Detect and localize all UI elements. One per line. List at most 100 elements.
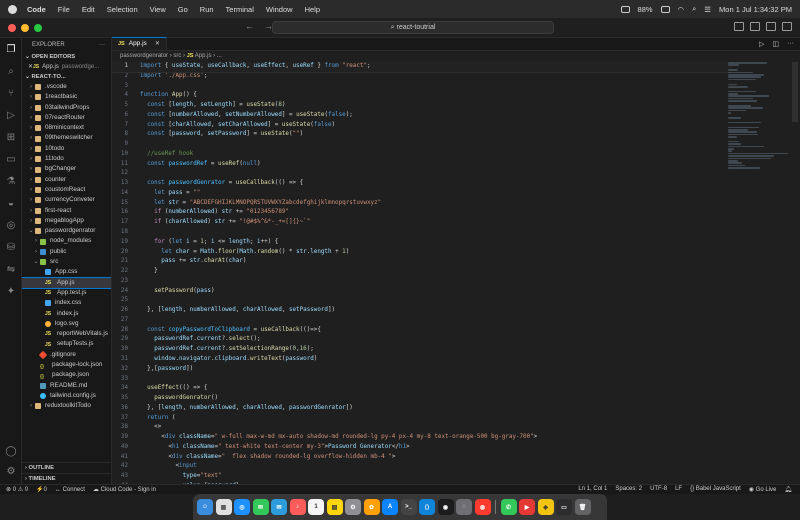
code-line[interactable]: 21 pass += str.charAt(char): [112, 257, 732, 267]
code-line[interactable]: 16 if (numberAllowed) str += "0123456789…: [112, 208, 732, 218]
code-line[interactable]: 23: [112, 277, 732, 287]
tree-item[interactable]: › coustomReact: [22, 185, 111, 195]
chevron-right-icon[interactable]: ›: [27, 82, 35, 92]
run-icon[interactable]: ▷: [759, 40, 764, 48]
chevron-right-icon[interactable]: ›: [27, 123, 35, 133]
code-line[interactable]: 18: [112, 228, 732, 238]
code-line[interactable]: 31 window.navigator.clipboard.writeText(…: [112, 355, 732, 365]
zoom-window-button[interactable]: [34, 23, 42, 32]
code-editor[interactable]: 1 import { useState, useCallback, useEffe…: [112, 62, 732, 484]
tree-item[interactable]: App.css: [22, 267, 111, 277]
tree-item[interactable]: › counter: [22, 175, 111, 185]
tree-item[interactable]: tailwind.config.js: [22, 391, 111, 401]
customize-layout-icon[interactable]: [782, 22, 792, 31]
battery-icon[interactable]: [660, 5, 670, 13]
toggle-panel-icon[interactable]: [750, 22, 760, 31]
messages-icon[interactable]: ✉: [252, 499, 269, 515]
code-line[interactable]: 27: [112, 316, 732, 326]
code-line[interactable]: 11 const passwordRef = useRef(null): [112, 160, 732, 170]
tree-item[interactable]: README.md: [22, 381, 111, 391]
database-icon[interactable]: ⛁: [4, 240, 18, 254]
code-line[interactable]: 15 let str = "ABCDEFGHIJKLMNOPQRSTUVWXYZ…: [112, 199, 732, 209]
command-center-search[interactable]: ⌕ react-toutrial: [272, 21, 554, 34]
code-line[interactable]: 19 for (let i = 1; i <= length; i++) {: [112, 238, 732, 248]
apple-icon[interactable]: [8, 4, 17, 14]
finder-icon[interactable]: ☺: [197, 499, 213, 515]
vertical-scrollbar[interactable]: [792, 62, 798, 122]
code-line[interactable]: 3: [112, 82, 732, 92]
extensions-icon[interactable]: ⊞: [4, 130, 18, 144]
tree-item[interactable]: › first-react: [22, 206, 111, 216]
breadcrumb-folder[interactable]: passwordgenrator: [120, 53, 168, 59]
back-arrow-icon[interactable]: ←: [245, 21, 254, 31]
tree-item[interactable]: › node_modules: [22, 236, 111, 246]
gemini-icon[interactable]: ✦: [4, 284, 18, 298]
chevron-right-icon[interactable]: ›: [27, 206, 35, 216]
code-line[interactable]: 24 setPassword(pass): [112, 287, 732, 297]
whatsapp-icon[interactable]: ✆: [500, 499, 517, 515]
tree-item[interactable]: index.css: [22, 298, 111, 308]
chevron-down-icon[interactable]: ⌄: [27, 226, 35, 236]
menu-run[interactable]: Run: [200, 5, 214, 14]
code-line[interactable]: 22 }: [112, 267, 732, 277]
code-line[interactable]: 14 let pass = "": [112, 189, 732, 199]
chevron-right-icon[interactable]: ›: [27, 185, 35, 195]
code-line[interactable]: 41 <div className=" flex shadow rounded-…: [112, 453, 732, 463]
cursor-position[interactable]: Ln 1, Col 1: [578, 486, 607, 493]
manage-gear-icon[interactable]: ⚙: [4, 464, 18, 478]
screenshot-icon[interactable]: ◌: [456, 499, 472, 515]
menu-view[interactable]: View: [150, 5, 166, 14]
close-window-button[interactable]: [8, 23, 16, 32]
mail-icon[interactable]: ✉: [271, 499, 287, 515]
indentation[interactable]: Spaces: 2: [615, 486, 642, 493]
search-icon[interactable]: ⌕: [692, 4, 696, 14]
menu-selection[interactable]: Selection: [107, 5, 138, 14]
chevron-right-icon[interactable]: ›: [27, 103, 35, 113]
breadcrumb-symbol[interactable]: ...: [217, 53, 222, 59]
connect-button[interactable]: ↔ Connect: [55, 487, 85, 493]
chevron-right-icon[interactable]: ›: [27, 144, 35, 154]
tree-item[interactable]: › public: [22, 247, 111, 257]
minimize-window-button[interactable]: [21, 23, 29, 32]
explorer-icon[interactable]: ❐: [4, 42, 18, 56]
code-line[interactable]: 34 useEffect(() => {: [112, 384, 732, 394]
chevron-right-icon[interactable]: ›: [27, 113, 35, 123]
tree-item[interactable]: › 03tailwindProps: [22, 103, 111, 113]
tab-app-js[interactable]: JS App.js ✕: [112, 37, 167, 50]
tree-item[interactable]: › .vscode: [22, 82, 111, 92]
tree-item[interactable]: › 07reactRouter: [22, 113, 111, 123]
code-line[interactable]: 4 function App() {: [112, 91, 732, 101]
menu-edit[interactable]: Edit: [82, 5, 95, 14]
split-editor-icon[interactable]: ◫: [772, 40, 779, 48]
tree-item[interactable]: › 11todo: [22, 154, 111, 164]
chevron-right-icon[interactable]: ›: [27, 175, 35, 185]
code-line[interactable]: 38 <>: [112, 423, 732, 433]
code-line[interactable]: 29 passwordRef.current?.select();: [112, 335, 732, 345]
screen-record-icon[interactable]: [620, 5, 630, 13]
menu-terminal[interactable]: Terminal: [226, 5, 254, 14]
code-line[interactable]: 1 import { useState, useCallback, useEffe…: [112, 62, 732, 73]
clock[interactable]: Mon 1 Jul 1:34:32 PM: [719, 5, 792, 14]
search-icon[interactable]: ⌕: [4, 64, 18, 78]
tree-item[interactable]: {} package.json: [22, 370, 111, 380]
code-line[interactable]: 39 <div className=" w-full max-w-md mx-a…: [112, 433, 732, 443]
code-line[interactable]: 42 <input: [112, 462, 732, 472]
remote-explorer-icon[interactable]: ▭: [4, 152, 18, 166]
calendar-icon[interactable]: 1: [308, 499, 324, 515]
chevron-right-icon[interactable]: ›: [27, 216, 35, 226]
chevron-right-icon[interactable]: ›: [27, 164, 35, 174]
tree-item[interactable]: .gitignore: [22, 350, 111, 360]
more-actions-icon[interactable]: ···: [99, 38, 105, 52]
code-line[interactable]: 28 const copyPasswordToClipboard = useCa…: [112, 326, 732, 336]
problems-indicator[interactable]: ⊗ 0 ⚠ 0: [6, 486, 28, 493]
code-line[interactable]: 12: [112, 169, 732, 179]
tree-item[interactable]: JS App.test.js: [22, 288, 111, 298]
youtube-icon[interactable]: ▶: [519, 499, 535, 515]
menu-file[interactable]: File: [58, 5, 70, 14]
tree-item[interactable]: › megablogApp: [22, 216, 111, 226]
tree-item[interactable]: {} package-lock.json: [22, 360, 111, 370]
menu-help[interactable]: Help: [305, 5, 320, 14]
tree-item[interactable]: JS index.js: [22, 309, 111, 319]
chevron-right-icon[interactable]: ›: [27, 133, 35, 143]
code-line[interactable]: 35 passwordGenrator(): [112, 394, 732, 404]
